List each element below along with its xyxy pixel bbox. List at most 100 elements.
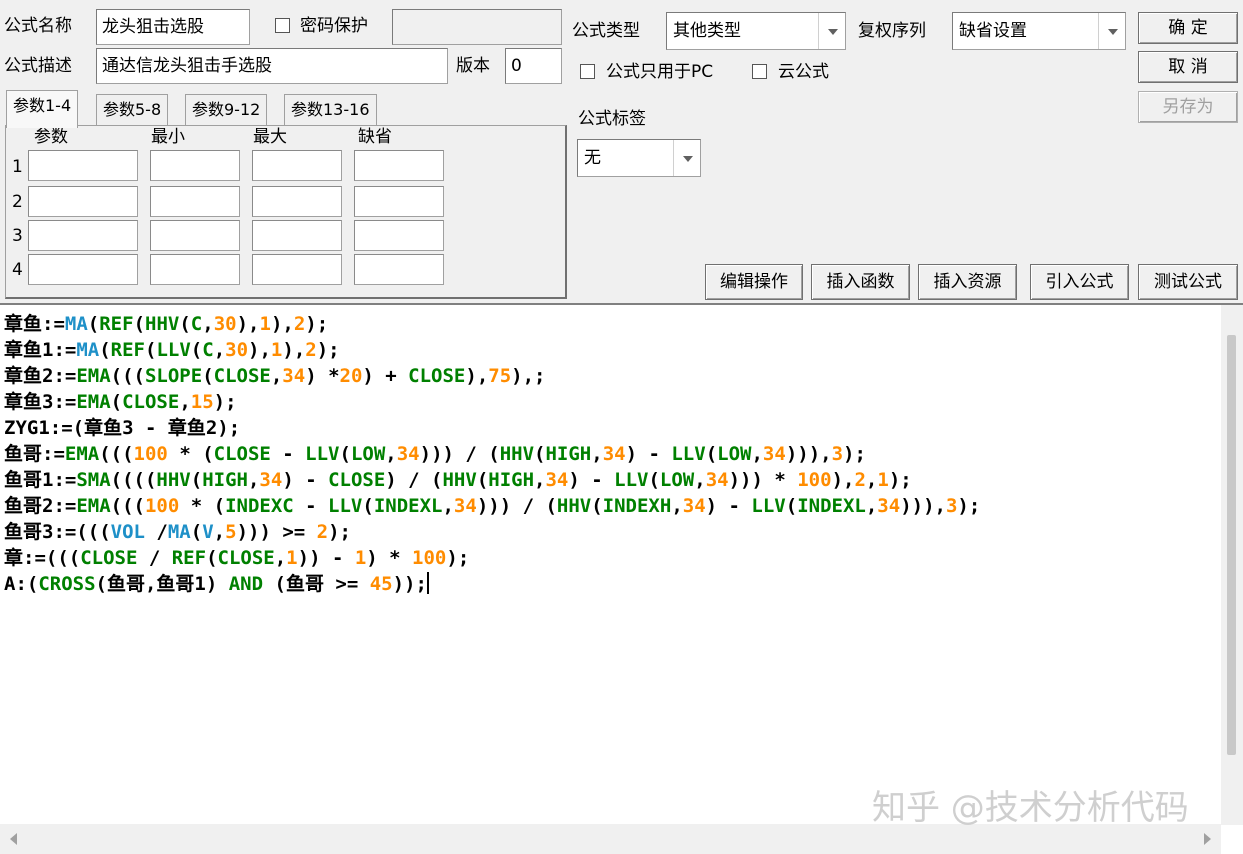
code-line[interactable]: 鱼哥1:=SMA((((HHV(HIGH,34) - CLOSE) / (HHV… [4,467,980,493]
param-4-min-input[interactable] [150,254,240,285]
code-token: REF [171,547,207,569]
code-token: 2 [854,469,866,491]
password-protect-checkbox[interactable] [275,18,290,33]
param-row-number: 2 [12,192,23,212]
insert-function-button[interactable]: 插入函数 [811,264,910,300]
param-2-default-input[interactable] [354,186,444,217]
insert-resource-button[interactable]: 插入资源 [918,264,1017,300]
code-line[interactable]: 章鱼3:=EMA(CLOSE,15); [4,389,980,415]
code-token: ( [87,313,100,335]
formula-tag-label: 公式标签 [578,109,646,129]
version-input[interactable]: 0 [505,48,562,84]
code-token: 30 [225,339,249,361]
code-token: 1 [270,339,283,361]
code-line[interactable]: 章鱼1:=MA(REF(LLV(C,30),1),2); [4,337,980,363]
code-token: (鱼哥,鱼哥1) [95,573,229,595]
vertical-scroll-thumb[interactable] [1227,335,1236,755]
code-token: LLV [328,495,363,517]
code-token: SMA [76,469,111,491]
param-3-min-input[interactable] [150,220,240,251]
param-3-max-input[interactable] [252,220,342,251]
code-token: INDEXL [797,495,866,517]
code-line[interactable]: A:(CROSS(鱼哥,鱼哥1) AND (鱼哥 >= 45)); [4,571,980,597]
code-token: ( [99,339,111,361]
code-token: 章鱼3:= [4,391,77,413]
scroll-left-icon[interactable] [10,833,17,845]
code-token: V [202,521,214,543]
tab-params-5-8[interactable]: 参数5-8 [96,94,169,126]
code-token: CLOSE [122,391,180,413]
code-token: EMA [76,495,111,517]
code-token: ) - [625,443,672,465]
param-1-max-input[interactable] [252,150,342,181]
code-token: 3 [831,443,844,465]
code-token: ); [328,521,351,543]
cancel-button[interactable]: 取 消 [1138,51,1238,83]
formula-desc-input[interactable]: 通达信龙头狙击手选股 [96,48,448,84]
chevron-down-icon [828,29,838,35]
vertical-scrollbar[interactable] [1221,305,1243,825]
param-4-default-input[interactable] [354,254,444,285]
formula-tag-select[interactable]: 无 [577,139,701,177]
formula-type-dropdown[interactable] [818,13,845,49]
code-line[interactable]: 章鱼2:=EMA(((SLOPE(CLOSE,34) *20) + CLOSE)… [4,363,980,389]
code-line[interactable]: 鱼哥:=EMA(((100 * (CLOSE - LLV(LOW,34))) /… [4,441,980,467]
rights-seq-dropdown[interactable] [1098,13,1125,49]
code-token: ( [110,391,123,413]
param-1-min-input[interactable] [150,150,240,181]
code-token: 34 [453,495,477,517]
code-line[interactable]: 鱼哥3:=(((VOL /MA(V,5))) >= 2); [4,519,980,545]
code-token: ); [213,391,237,413]
chevron-down-icon [1108,29,1118,35]
param-3-default-input[interactable] [354,220,444,251]
formula-type-select[interactable]: 其他类型 [666,12,846,50]
formula-name-input[interactable]: 龙头狙击选股 [96,9,250,45]
code-token: ); [316,339,340,361]
param-header-min: 最小 [151,127,185,147]
code-token: ),; [511,365,546,387]
code-token: ))), [785,443,832,465]
rights-seq-select[interactable]: 缺省设置 [952,12,1126,50]
param-2-max-input[interactable] [252,186,342,217]
import-formula-button[interactable]: 引入公式 [1030,264,1129,300]
code-token: 鱼哥2:= [4,495,77,517]
param-4-max-input[interactable] [252,254,342,285]
param-2-min-input[interactable] [150,186,240,217]
code-token: C [202,339,214,361]
formula-name-label: 公式名称 [4,16,72,36]
ok-button[interactable]: 确 定 [1138,12,1238,44]
code-token: ), [465,365,489,387]
edit-ops-button[interactable]: 编辑操作 [705,264,803,300]
code-line[interactable]: ZYG1:=(章鱼3 - 章鱼2); [4,415,980,441]
param-4-name-input[interactable] [28,254,138,285]
tab-params-13-16[interactable]: 参数13-16 [284,94,377,126]
tab-params-1-4[interactable]: 参数1-4 [6,90,79,128]
code-token: , [270,365,283,387]
save-as-button[interactable]: 另存为 [1138,91,1238,123]
tab-params-9-12[interactable]: 参数9-12 [185,94,268,126]
code-token: , [671,495,683,517]
test-formula-button[interactable]: 测试公式 [1138,264,1238,300]
scroll-right-icon[interactable] [1204,833,1211,845]
code-token: - [293,495,329,517]
code-token: 1 [354,547,367,569]
param-1-name-input[interactable] [28,150,138,181]
code-token: ( [179,313,191,335]
code-line[interactable]: 鱼哥2:=EMA(((100 * (INDEXC - LLV(INDEXL,34… [4,493,980,519]
formula-tag-dropdown[interactable] [673,140,700,176]
param-3-name-input[interactable] [28,220,138,251]
cloud-formula-checkbox[interactable] [752,64,767,79]
code-line[interactable]: 章:=(((CLOSE / REF(CLOSE,1)) - 1) * 100); [4,545,980,571]
code-token: * ( [179,495,226,517]
chevron-down-icon [683,156,693,162]
param-2-name-input[interactable] [28,186,138,217]
code-token: ( [133,313,146,335]
code-token: , [442,495,454,517]
code-token: MA [167,521,191,543]
password-input[interactable] [392,9,562,45]
code-editor[interactable]: 章鱼:=MA(REF(HHV(C,30),1),2); 章鱼1:=MA(REF(L… [0,303,1243,854]
code-text[interactable]: 章鱼:=MA(REF(HHV(C,30),1),2); 章鱼1:=MA(REF(L… [4,311,980,597]
pc-only-checkbox[interactable] [580,64,595,79]
param-1-default-input[interactable] [354,150,444,181]
code-line[interactable]: 章鱼:=MA(REF(HHV(C,30),1),2); [4,311,980,337]
